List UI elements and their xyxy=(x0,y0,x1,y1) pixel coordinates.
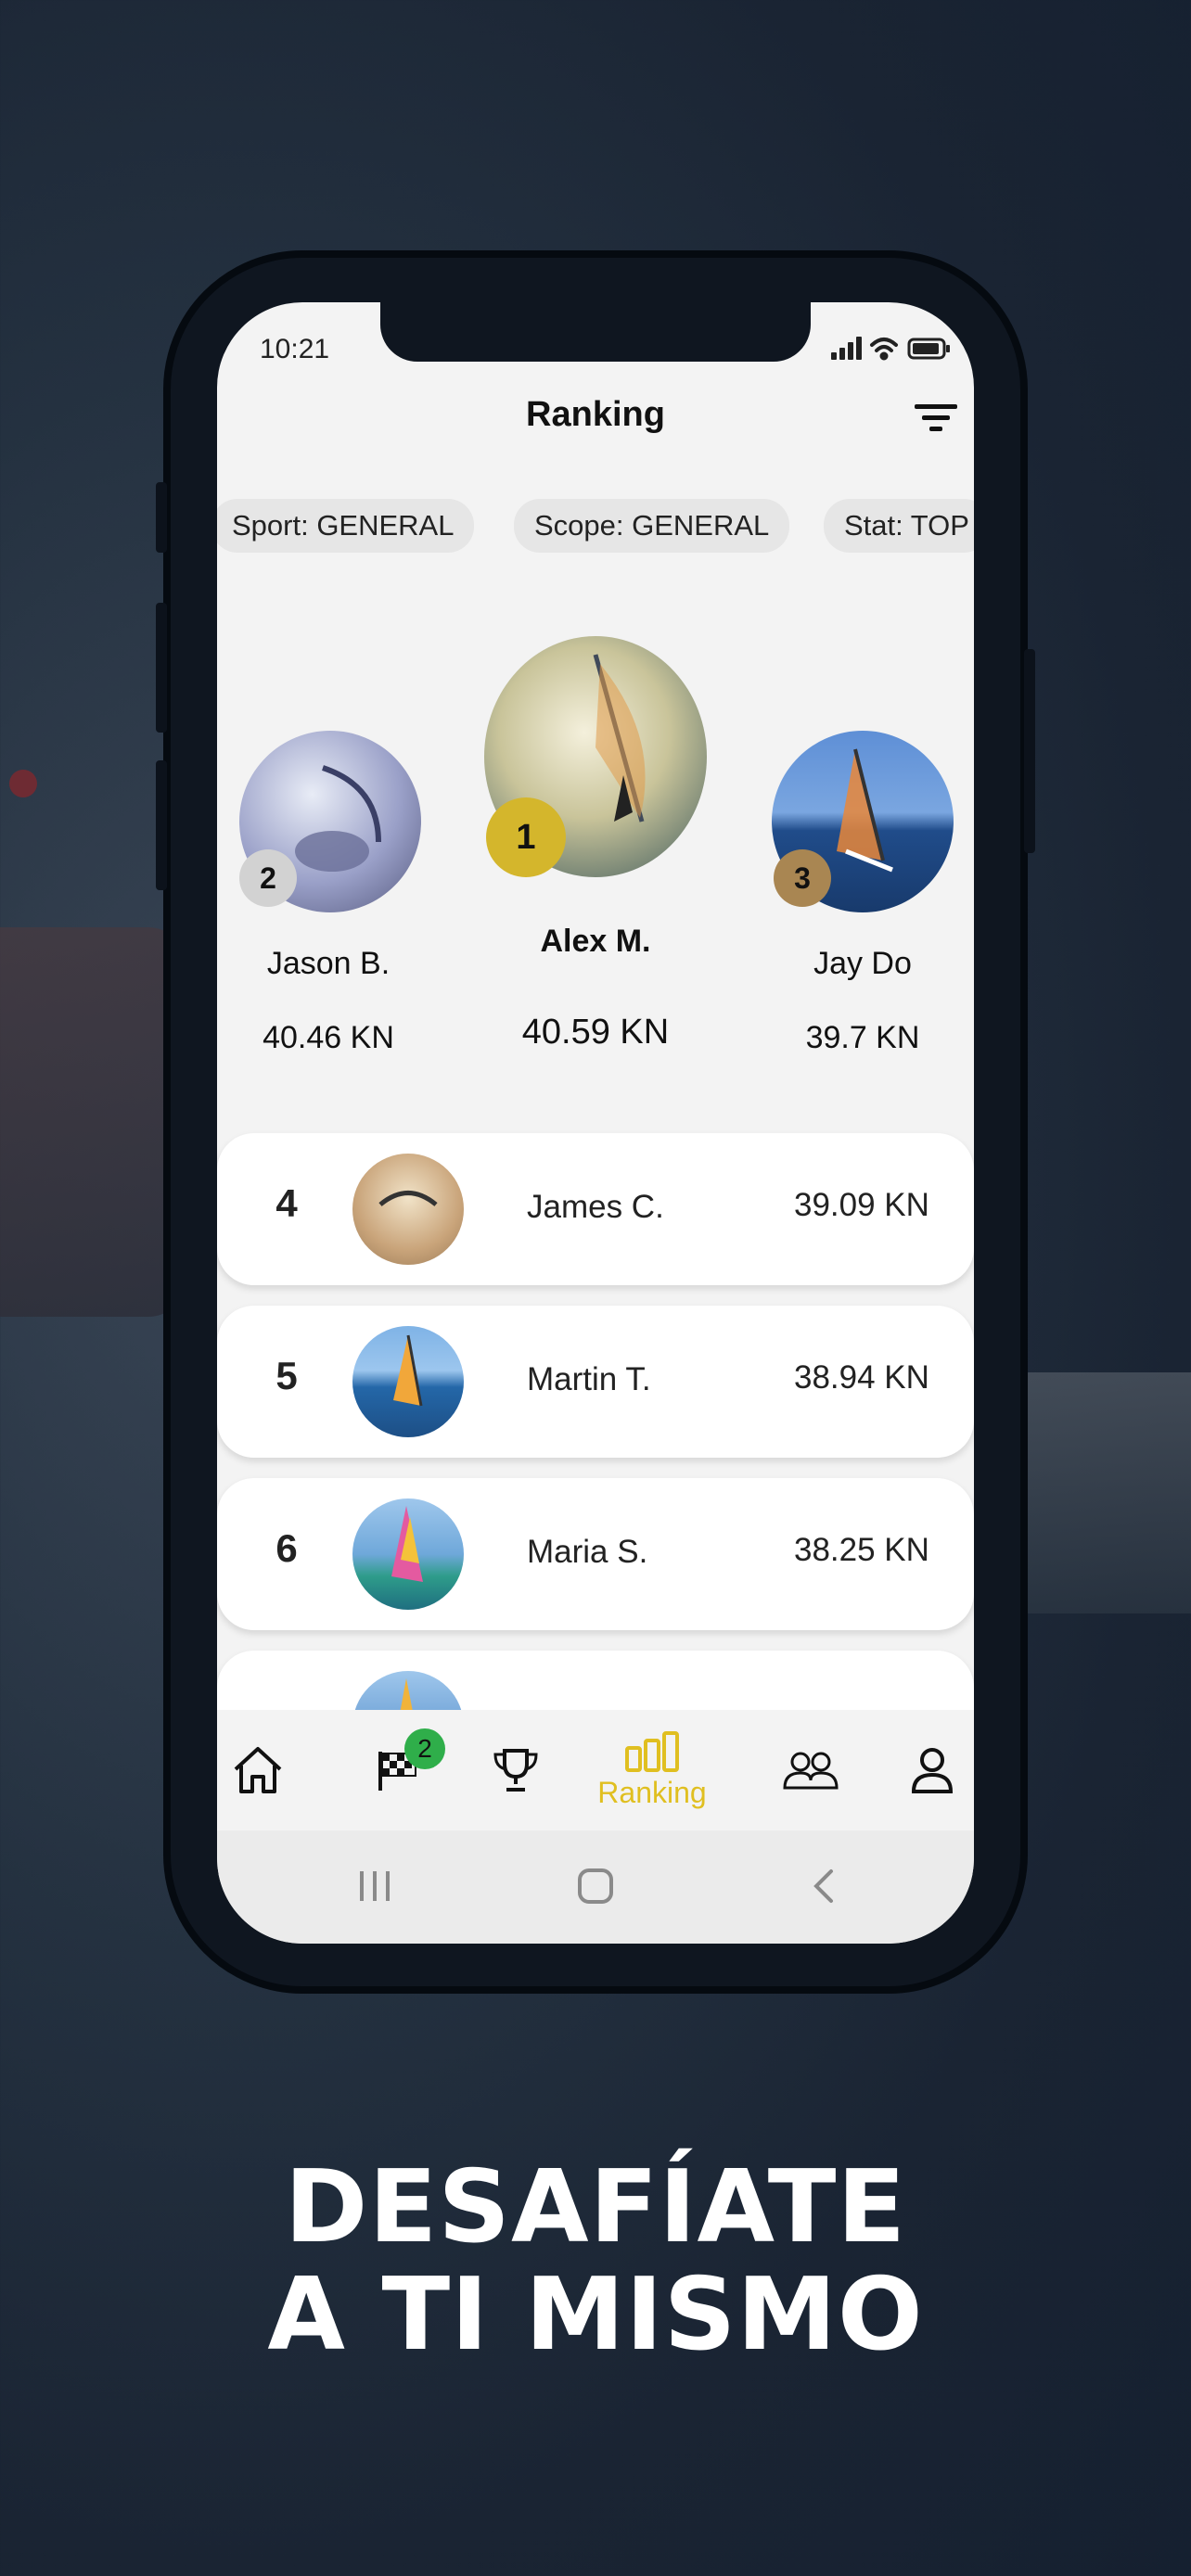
tab-ranking-label: Ranking xyxy=(597,1775,707,1809)
recent-apps-icon[interactable] xyxy=(356,1869,393,1903)
row-name: Maria S. xyxy=(527,1534,648,1570)
ranking-row[interactable]: 4 James C. 39.09 KN xyxy=(217,1133,974,1285)
tab-trophy[interactable] xyxy=(471,1710,560,1830)
filter-icon[interactable] xyxy=(915,402,957,434)
podium-value-1: 40.59 KN xyxy=(521,1013,670,1052)
phone-notch xyxy=(380,302,811,362)
notification-badge: 2 xyxy=(404,1728,445,1769)
ranking-bars-icon xyxy=(625,1730,679,1772)
podium-value-2: 40.46 KN xyxy=(263,1020,394,1055)
chip-sport[interactable]: Sport: GENERAL xyxy=(217,499,475,553)
row-name: Martin T. xyxy=(527,1361,651,1397)
tab-community[interactable] xyxy=(764,1710,857,1830)
medal-bronze: 3 xyxy=(774,849,831,907)
windsurfer-silhouette xyxy=(391,1506,423,1582)
battery-icon xyxy=(907,338,950,360)
chip-scope[interactable]: Scope: GENERAL xyxy=(514,499,790,553)
row-rank: 4 xyxy=(275,1181,298,1225)
podium-name-2: Jason B. xyxy=(266,946,391,981)
row-avatar xyxy=(352,1498,464,1610)
home-button-icon[interactable] xyxy=(577,1868,614,1905)
tab-home[interactable] xyxy=(217,1710,299,1830)
profile-icon xyxy=(911,1748,954,1793)
trophy-icon xyxy=(493,1749,538,1792)
wifi-icon xyxy=(870,338,898,361)
tab-profile[interactable] xyxy=(890,1710,974,1830)
tab-challenges[interactable]: 2 xyxy=(347,1710,449,1830)
row-avatar xyxy=(352,1326,464,1437)
system-navigation-bar xyxy=(217,1830,974,1944)
podium-name-3: Jay Do xyxy=(813,946,912,981)
tab-ranking[interactable]: Ranking xyxy=(583,1710,722,1830)
phone-volume-up xyxy=(156,603,167,733)
group-icon xyxy=(783,1752,839,1790)
page-title: Ranking xyxy=(526,395,665,434)
ranking-row[interactable]: 6 Maria S. 38.25 KN xyxy=(217,1478,974,1630)
row-rank: 5 xyxy=(275,1354,298,1397)
headline-line-1: DESAFÍATE xyxy=(284,2149,907,2265)
phone-side-button xyxy=(156,482,167,553)
phone-power-button xyxy=(1024,649,1035,853)
medal-gold: 1 xyxy=(486,797,566,877)
medal-silver: 2 xyxy=(239,849,297,907)
background-sail-left xyxy=(0,927,186,1317)
row-avatar xyxy=(352,1154,464,1265)
status-icons xyxy=(831,337,950,361)
podium-name-1: Alex M. xyxy=(540,924,651,959)
background-red-dot xyxy=(9,770,37,797)
background-boat-right xyxy=(1002,1372,1191,1613)
back-icon[interactable] xyxy=(811,1868,837,1905)
signal-icon xyxy=(831,337,862,360)
chip-stat[interactable]: Stat: TOP xyxy=(824,499,974,553)
home-icon xyxy=(234,1747,282,1793)
headline-line-2: A TI MISMO xyxy=(267,2257,924,2373)
kitesurfer-silhouette xyxy=(378,1191,438,1206)
row-value: 38.94 KN xyxy=(794,1359,929,1396)
row-value: 38.25 KN xyxy=(794,1532,929,1568)
phone-screen: 10:21 Ranking Sport: GENERAL Scope: GENE… xyxy=(217,302,974,1944)
row-rank: 6 xyxy=(275,1526,298,1570)
row-value: 39.09 KN xyxy=(794,1187,929,1223)
row-name: James C. xyxy=(527,1189,664,1225)
windsurfer-silhouette xyxy=(393,1334,423,1407)
podium-value-3: 39.7 KN xyxy=(805,1020,920,1055)
bottom-tab-bar: 2 Ranking xyxy=(217,1710,974,1830)
phone-volume-down xyxy=(156,760,167,890)
status-time: 10:21 xyxy=(260,334,330,364)
ranking-row[interactable]: 5 Martin T. 38.94 KN xyxy=(217,1306,974,1458)
